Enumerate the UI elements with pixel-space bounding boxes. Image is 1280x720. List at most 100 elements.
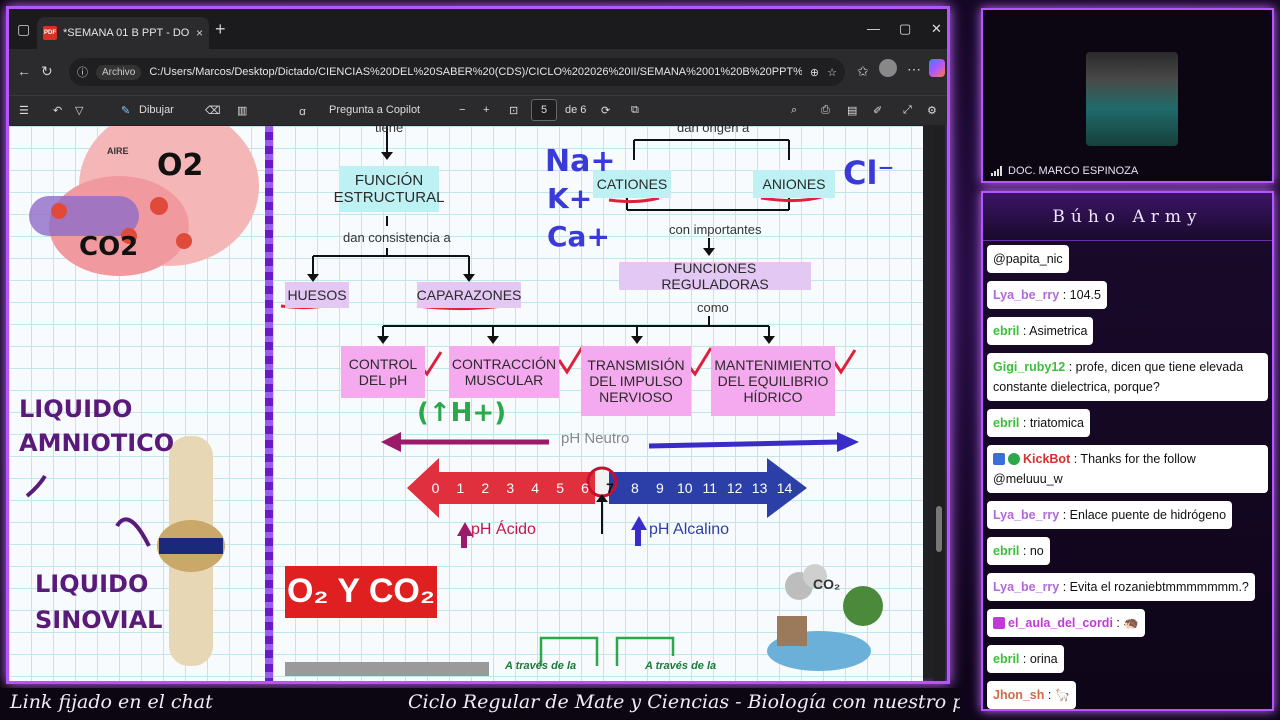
ph-scale: 0 1 2 3 4 5 6 7 8 9 10 11 12 13 14 — [423, 480, 797, 502]
banner-o2-co2: O₂ Y CO₂ — [286, 572, 435, 611]
new-tab-button[interactable]: + — [215, 19, 226, 40]
chat-username[interactable]: Lya_be_rry — [993, 288, 1059, 302]
chat-username[interactable]: ebril — [993, 416, 1019, 430]
box-funcion-estructural: FUNCIÓN ESTRUCTURAL — [334, 166, 444, 212]
chat-text: : 🦔 — [1112, 616, 1139, 630]
ticker-pinned-link: Link fijado en el chat — [10, 691, 213, 713]
ph-tick-10: 10 — [677, 480, 693, 496]
page-number-input[interactable]: 5 — [531, 99, 557, 121]
text-como: como — [697, 300, 729, 315]
chat-title: Búho Army — [983, 193, 1272, 241]
eraser-icon[interactable]: ⌫ — [205, 104, 221, 117]
draw-icon[interactable]: ✎ — [121, 104, 130, 117]
ph-tick-1: 1 — [456, 480, 465, 496]
profile-avatar[interactable] — [879, 59, 897, 77]
chat-message: ebril : no — [987, 537, 1050, 565]
zoom-out-button[interactable]: − — [459, 104, 465, 116]
contents-icon[interactable]: ☰ — [19, 104, 29, 117]
pdf-page: tiene dan origen a FUNCIÓN ESTRUCTURAL d… — [9, 126, 923, 681]
chat-username[interactable]: ebril — [993, 324, 1019, 338]
tab-title: *SEMANA 01 B PPT - DOC. MARC — [63, 27, 190, 39]
text-ph-alcalino: pH Alcalino — [649, 521, 730, 538]
highlight-icon[interactable]: ▽ — [75, 104, 83, 117]
print-icon[interactable]: ⎙ — [821, 104, 830, 117]
text-tiene: tiene — [375, 126, 404, 135]
tab-actions-icon[interactable]: ▢ — [17, 21, 30, 38]
save-as-icon[interactable]: ✐ — [873, 104, 882, 117]
chat-messages: @papita_nic Lya_be_rry : 104.5 ebril : Asi… — [983, 241, 1272, 709]
tab-pdf[interactable]: PDF *SEMANA 01 B PPT - DOC. MARC × — [37, 17, 209, 49]
view-icon[interactable]: ▥ — [237, 104, 247, 117]
text-ph-neutro: pH Neutro — [561, 430, 630, 447]
copilot-ask-button[interactable]: Pregunta a Copilot — [329, 104, 420, 116]
ph-tick-14: 14 — [776, 480, 793, 496]
address-bar-row: ← ↻ ⓘ Archivo C:/Users/Marcos/Desktop/Di… — [9, 49, 947, 95]
chat-text: : no — [1019, 544, 1044, 558]
chat-username[interactable]: Lya_be_rry — [993, 580, 1059, 594]
draw-button[interactable]: Dibujar — [139, 104, 174, 116]
hand-o2: O2 — [157, 148, 204, 183]
chat-message: ebril : orina — [987, 645, 1064, 673]
chat-message: el_aula_del_cordi : 🦔 — [987, 609, 1145, 637]
subscriber-badge-icon — [993, 617, 1005, 629]
text-dan-origen: dan origen a — [677, 126, 750, 135]
webcam-video — [1086, 52, 1178, 146]
ph-tick-4: 4 — [531, 480, 540, 496]
box-huesos: HUESOS — [285, 282, 349, 308]
fullscreen-icon[interactable]: ⤢ — [903, 104, 912, 117]
chat-message: Gigi_ruby12 : profe, dicen que tiene ele… — [987, 353, 1268, 401]
box-funciones-reguladoras: FUNCIONES REGULADORAS — [619, 260, 811, 292]
ph-tick-6: 6 — [581, 480, 589, 496]
bottom-ticker: Link fijado en el chat Ciclo Regular de … — [0, 688, 960, 720]
box-mantenimiento-equilibrio: MANTENIMIENTO DEL EQUILIBRIO HÍDRICO — [711, 346, 835, 416]
copilot-icon[interactable] — [929, 59, 945, 77]
address-bar[interactable]: ⓘ Archivo C:/Users/Marcos/Desktop/Dictad… — [69, 58, 845, 86]
text-a-traves-1: A través de la — [505, 660, 577, 672]
chat-text: @papita_nic — [993, 252, 1063, 266]
favorites-icon[interactable]: ✩ — [857, 63, 869, 80]
chat-username[interactable]: Lya_be_rry — [993, 508, 1059, 522]
zoom-in-button[interactable]: + — [483, 104, 489, 116]
minimize-icon[interactable]: — — [867, 21, 880, 36]
chat-username[interactable]: ebril — [993, 544, 1019, 558]
chat-username[interactable]: Jhon_sh — [993, 688, 1044, 702]
chat-username[interactable]: el_aula_del_cordi — [1008, 616, 1113, 630]
refresh-icon[interactable]: ↻ — [41, 63, 53, 80]
settings-gear-icon[interactable]: ⚙ — [927, 104, 937, 117]
rotate-icon[interactable]: ⟳ — [601, 104, 610, 117]
chat-username[interactable]: ebril — [993, 652, 1019, 666]
favorite-star-icon[interactable]: ☆ — [827, 66, 837, 79]
close-tab-icon[interactable]: × — [196, 26, 203, 40]
read-aloud-icon[interactable]: ꭤ — [299, 104, 306, 119]
ph-tick-9: 9 — [655, 480, 664, 496]
chat-message: Lya_be_rry : Enlace puente de hidrógeno — [987, 501, 1233, 529]
hand-cl: Cl⁻ — [843, 154, 895, 192]
hand-na: Na+ — [545, 144, 616, 179]
save-icon[interactable]: ▤ — [847, 104, 857, 117]
chat-username[interactable]: Gigi_ruby12 — [993, 360, 1065, 374]
hand-ca: Ca+ — [547, 220, 610, 253]
box-control-ph: CONTROL DEL pH — [341, 346, 425, 398]
chat-message: Lya_be_rry : Evita el rozaniebtmmmmmmm.? — [987, 573, 1255, 601]
undo-icon[interactable]: ↶ — [53, 104, 62, 117]
ph-tick-2: 2 — [481, 480, 490, 496]
search-icon[interactable]: ⌕ — [791, 104, 797, 117]
fit-page-icon[interactable]: ⊡ — [509, 104, 518, 117]
more-menu-icon[interactable]: ⋯ — [907, 61, 921, 78]
box-transmision-impulso: TRANSMISIÓN DEL IMPULSO NERVIOSO — [581, 346, 691, 416]
scroll-thumb[interactable] — [936, 506, 942, 552]
zoom-icon[interactable]: ⊕ — [810, 66, 819, 79]
close-window-icon[interactable]: ✕ — [931, 21, 942, 37]
chat-text: : orina — [1019, 652, 1058, 666]
ph-tick-12: 12 — [726, 480, 743, 496]
two-page-icon[interactable]: ⧉ — [631, 104, 639, 117]
chat-username[interactable]: KickBot — [1023, 452, 1070, 466]
hand-liquido-amniotico: LIQUIDO AMNIOTICO — [19, 395, 175, 457]
page-total: de 6 — [565, 104, 587, 116]
maximize-icon[interactable]: ▢ — [899, 21, 911, 37]
chat-message: ebril : triatomica — [987, 409, 1091, 437]
pdf-scrollbar[interactable] — [933, 126, 945, 681]
chat-text: : Asimetrica — [1019, 324, 1088, 338]
back-icon[interactable]: ← — [17, 63, 31, 79]
chat-message: Jhon_sh : 🦙 — [987, 681, 1077, 709]
